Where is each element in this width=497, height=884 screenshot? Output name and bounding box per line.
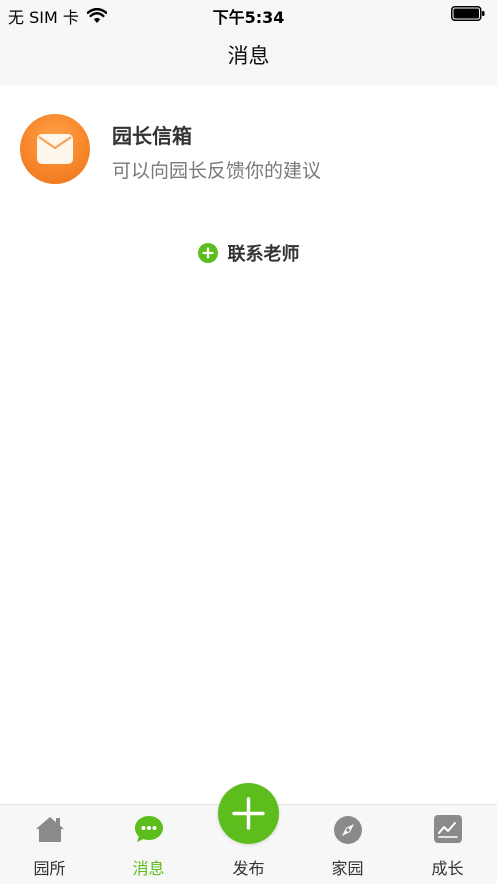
principal-mailbox-row[interactable]: 园长信箱 可以向园长反馈你的建议 [0, 110, 497, 190]
growth-chart-icon [433, 815, 462, 843]
tab-messages[interactable]: 消息 [99, 805, 198, 884]
tab-label: 发布 [232, 859, 265, 878]
tab-label: 成长 [431, 859, 464, 878]
page-title: 消息 [227, 44, 270, 68]
plus-circle-icon [197, 243, 218, 263]
tab-label: 家园 [331, 859, 364, 878]
tab-label: 园所 [33, 859, 66, 878]
home-icon [35, 817, 64, 842]
envelope-icon [37, 134, 73, 164]
mailbox-title: 园长信箱 [112, 124, 192, 148]
tab-growth[interactable]: 成长 [398, 805, 497, 884]
status-bar: 无 SIM 卡 下午5:34 [0, 0, 497, 28]
tab-label: 消息 [132, 859, 165, 878]
tab-campus[interactable]: 园所 [0, 805, 99, 884]
plus-icon [232, 797, 265, 830]
navigation-bar: 消息 [0, 28, 497, 86]
battery-icon [451, 6, 485, 21]
contact-teacher-label: 联系老师 [227, 244, 300, 265]
mailbox-avatar [20, 114, 90, 184]
status-time: 下午5:34 [212, 8, 285, 27]
mailbox-subtitle: 可以向园长反馈你的建议 [112, 160, 322, 182]
publish-fab-button[interactable] [218, 783, 279, 844]
chat-bubble-icon [134, 816, 163, 842]
compass-icon [333, 816, 362, 844]
contact-teacher-button[interactable]: 联系老师 [0, 238, 497, 268]
tab-home-school[interactable]: 家园 [298, 805, 397, 884]
